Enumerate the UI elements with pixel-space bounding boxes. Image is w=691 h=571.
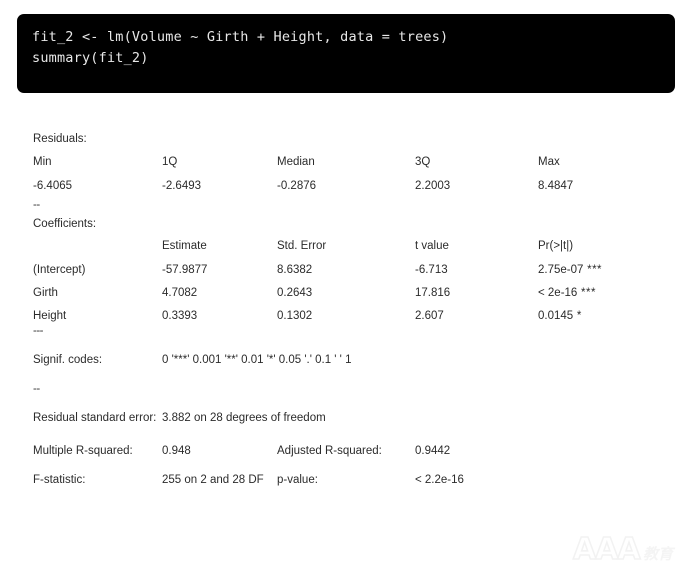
residuals-header-median: Median bbox=[277, 156, 315, 168]
table-row: (Intercept) -57.9877 8.6382 -6.713 2.75e… bbox=[0, 262, 691, 278]
separator-3: -- bbox=[33, 383, 40, 395]
signif-codes-label: Signif. codes: bbox=[33, 354, 103, 366]
adjusted-r-squared-label: Adjusted R-squared: bbox=[277, 445, 382, 457]
p-value-label: p-value: bbox=[277, 474, 318, 486]
coefficient-p-value-group: 2.75e-07 *** bbox=[538, 262, 602, 278]
multiple-r-squared-label: Multiple R-squared: bbox=[33, 445, 133, 457]
residuals-value-row: -6.4065 -2.6493 -0.2876 2.2003 8.4847 bbox=[0, 178, 691, 194]
coefficient-term: Height bbox=[33, 310, 67, 322]
residuals-title-text: Residuals: bbox=[33, 133, 87, 145]
coefficient-p-value-group: 0.0145 * bbox=[538, 308, 582, 324]
summary-output: Residuals: Min 1Q Median 3Q Max -6.4065 … bbox=[0, 0, 691, 571]
f-statistic-value: 255 on 2 and 28 DF bbox=[162, 474, 264, 486]
residuals-value-1q: -2.6493 bbox=[162, 180, 202, 192]
coefficients-title-text: Coefficients: bbox=[33, 218, 97, 230]
f-statistic-label: F-statistic: bbox=[33, 474, 86, 486]
residuals-value-3q: 2.2003 bbox=[415, 180, 451, 192]
coefficients-header-row: Estimate Std. Error t value Pr(>|t|) bbox=[0, 238, 691, 254]
coefficient-term: (Intercept) bbox=[33, 264, 86, 276]
coefficient-term: Girth bbox=[33, 287, 58, 299]
residuals-header-max: Max bbox=[538, 156, 560, 168]
residuals-header-row: Min 1Q Median 3Q Max bbox=[0, 154, 691, 170]
residuals-value-median: -0.2876 bbox=[277, 180, 317, 192]
residuals-value-min: -6.4065 bbox=[33, 180, 73, 192]
coefficient-p-value: 0.0145 bbox=[538, 310, 574, 322]
f-statistic-row: F-statistic: 255 on 2 and 28 DF p-value:… bbox=[0, 472, 691, 488]
residual-standard-error-value: 3.882 on 28 degrees of freedom bbox=[162, 412, 326, 424]
coefficient-estimate: -57.9877 bbox=[162, 264, 208, 276]
coefficients-header-t-value: t value bbox=[415, 240, 449, 252]
coefficients-section-title: Coefficients: bbox=[0, 216, 691, 232]
coefficient-std-error: 0.1302 bbox=[277, 310, 313, 322]
residuals-header-min: Min bbox=[33, 156, 52, 168]
coefficient-t-value: -6.713 bbox=[415, 264, 448, 276]
coefficient-std-error: 0.2643 bbox=[277, 287, 313, 299]
r-squared-row: Multiple R-squared: 0.948 Adjusted R-squ… bbox=[0, 443, 691, 459]
separator-1: -- bbox=[33, 199, 40, 211]
p-value-value: < 2.2e-16 bbox=[415, 474, 464, 486]
coefficients-header-std-error: Std. Error bbox=[277, 240, 327, 252]
separator-2: --- bbox=[33, 325, 44, 337]
coefficient-p-value: < 2e-16 bbox=[538, 287, 578, 299]
signif-codes-value: 0 '***' 0.001 '**' 0.01 '*' 0.05 '.' 0.1… bbox=[162, 354, 352, 366]
table-row: Height 0.3393 0.1302 2.607 0.0145 * bbox=[0, 308, 691, 324]
coefficient-signif-code: *** bbox=[587, 264, 603, 276]
coefficient-p-value-group: < 2e-16 *** bbox=[538, 285, 596, 301]
coefficient-signif-code: * bbox=[576, 310, 582, 322]
coefficient-signif-code: *** bbox=[581, 287, 596, 299]
residual-standard-error-row: Residual standard error: 3.882 on 28 deg… bbox=[0, 410, 691, 426]
coefficients-header-estimate: Estimate bbox=[162, 240, 207, 252]
coefficients-header-p-value: Pr(>|t|) bbox=[538, 240, 574, 252]
coefficient-estimate: 0.3393 bbox=[162, 310, 198, 322]
residuals-header-1q: 1Q bbox=[162, 156, 178, 168]
residuals-header-3q: 3Q bbox=[415, 156, 431, 168]
coefficient-p-value: 2.75e-07 bbox=[538, 264, 584, 276]
signif-codes-row: Signif. codes: 0 '***' 0.001 '**' 0.01 '… bbox=[0, 352, 691, 368]
coefficient-estimate: 4.7082 bbox=[162, 287, 198, 299]
residual-standard-error-label: Residual standard error: bbox=[33, 412, 157, 424]
coefficient-std-error: 8.6382 bbox=[277, 264, 313, 276]
adjusted-r-squared-value: 0.9442 bbox=[415, 445, 451, 457]
table-row: Girth 4.7082 0.2643 17.816 < 2e-16 *** bbox=[0, 285, 691, 301]
multiple-r-squared-value: 0.948 bbox=[162, 445, 191, 457]
coefficient-t-value: 17.816 bbox=[415, 287, 451, 299]
residuals-value-max: 8.4847 bbox=[538, 180, 574, 192]
coefficient-t-value: 2.607 bbox=[415, 310, 444, 322]
residuals-section-title: Residuals: bbox=[0, 131, 691, 147]
